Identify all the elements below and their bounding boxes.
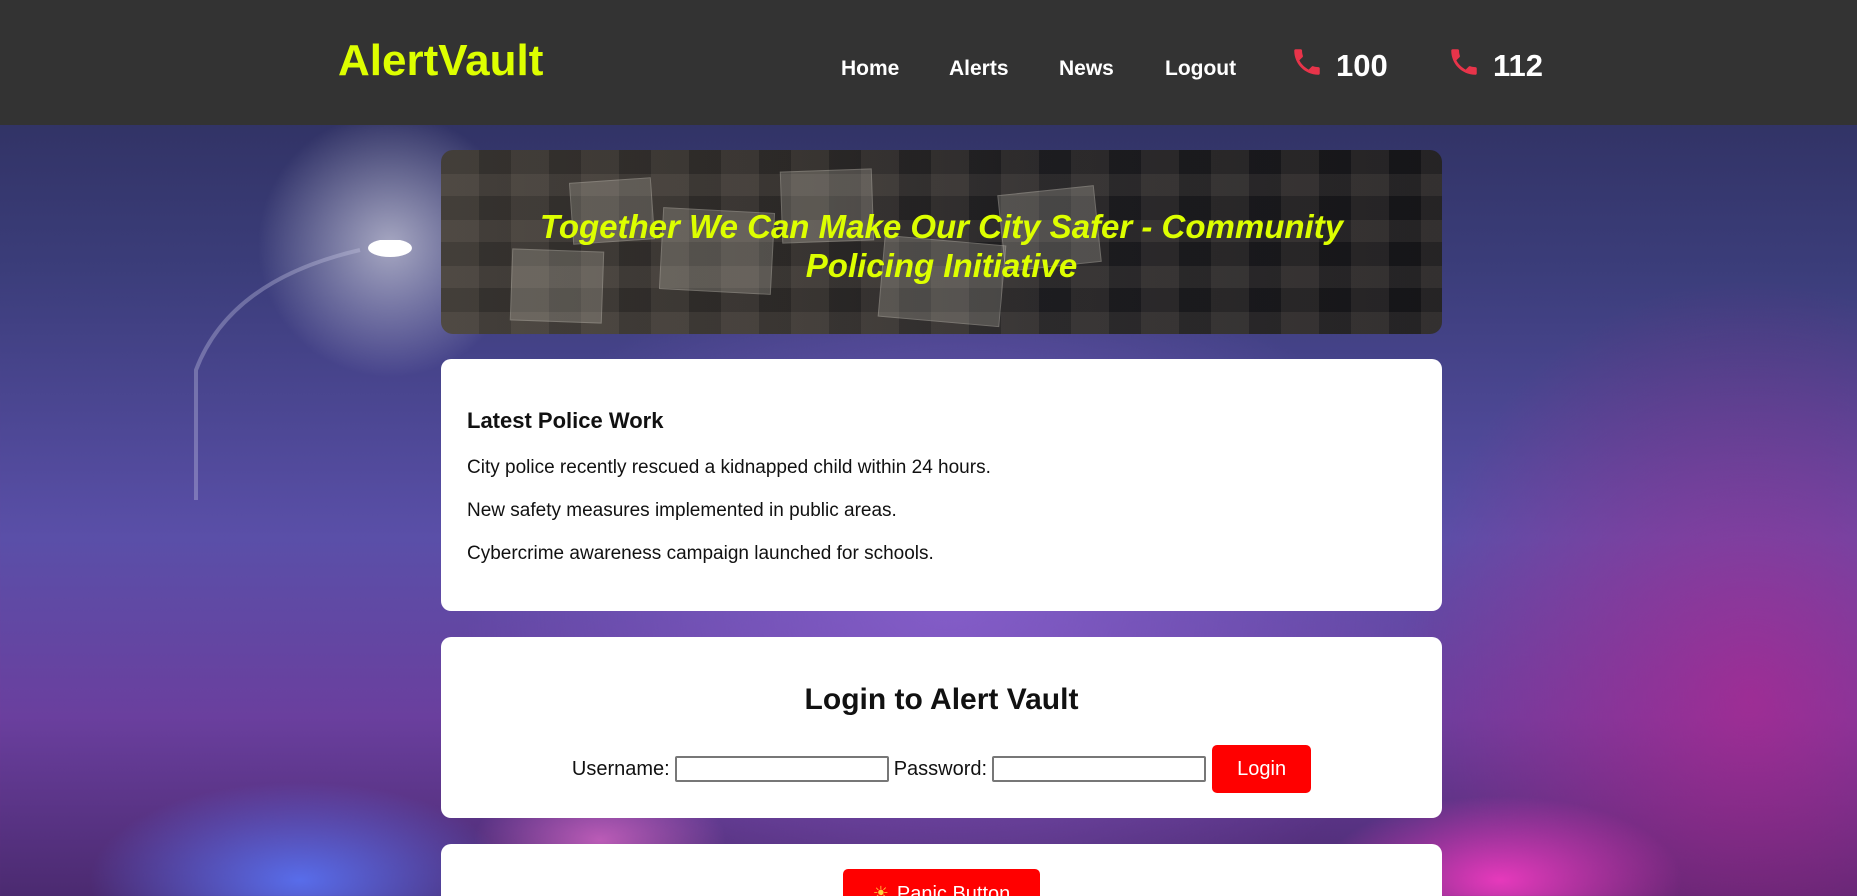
login-title: Login to Alert Vault: [804, 683, 1079, 716]
password-label: Password:: [893, 757, 988, 780]
nav-home[interactable]: Home: [841, 56, 899, 82]
username-input[interactable]: [674, 756, 889, 782]
phone-icon: [1447, 45, 1493, 87]
brand-logo[interactable]: AlertVault: [338, 35, 543, 87]
hero-banner: Together We Can Make Our City Safer - Co…: [441, 150, 1442, 334]
news-item: New safety measures implemented in publi…: [467, 500, 897, 521]
siren-icon: ☀: [872, 883, 889, 896]
banner-title: Together We Can Make Our City Safer - Co…: [539, 208, 1344, 284]
helpline-112[interactable]: 112: [1447, 46, 1543, 86]
nav-alerts[interactable]: Alerts: [949, 56, 1009, 82]
panic-button-label: Panic Button: [896, 883, 1011, 896]
streetlamp-background: [194, 240, 412, 500]
site-header: AlertVault Home Alerts News Logout 100 1…: [0, 0, 1857, 125]
login-button[interactable]: Login: [1212, 745, 1312, 793]
username-label: Username:: [571, 757, 670, 780]
news-heading: Latest Police Work: [467, 408, 664, 433]
news-item: City police recently rescued a kidnapped…: [467, 457, 991, 478]
password-input[interactable]: [992, 756, 1207, 782]
nav-news[interactable]: News: [1059, 56, 1114, 82]
phone-icon: [1290, 45, 1336, 87]
panic-button[interactable]: ☀ Panic Button: [843, 869, 1040, 896]
helpline-number: 112: [1493, 48, 1544, 83]
helpline-100[interactable]: 100: [1290, 46, 1388, 86]
latest-news-card: [441, 359, 1442, 611]
news-item: Cybercrime awareness campaign launched f…: [467, 543, 934, 564]
login-form: Username: Password: Login: [441, 745, 1442, 793]
helpline-number: 100: [1336, 48, 1388, 83]
nav-logout[interactable]: Logout: [1165, 56, 1236, 82]
